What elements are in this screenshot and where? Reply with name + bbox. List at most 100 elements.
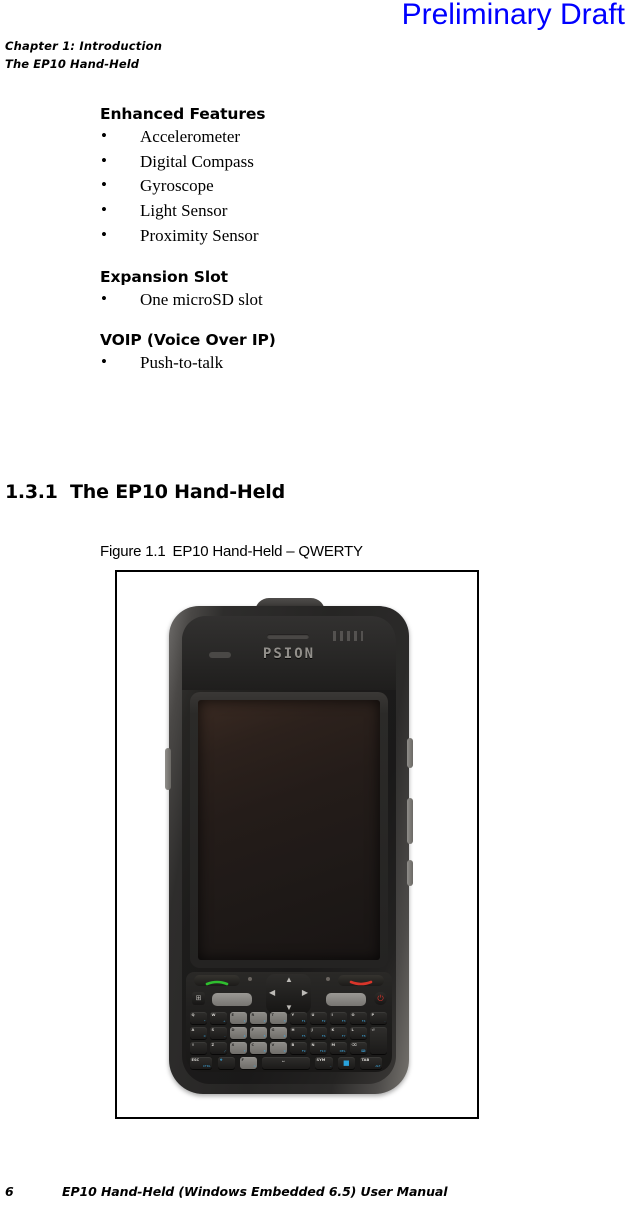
key-esc-ctrl: ESC CTRL xyxy=(190,1057,212,1069)
key-space: ␣ xyxy=(262,1057,310,1069)
key-m: M DEL xyxy=(330,1042,347,1054)
earpiece-speaker xyxy=(267,634,309,639)
key-n: N F10 xyxy=(310,1042,327,1054)
key-v: V9 xyxy=(270,1042,287,1054)
list-item: • Proximity Sensor xyxy=(0,224,625,247)
bullet-list-expansion-slot: • One microSD slot xyxy=(0,288,625,311)
key-q: Q * xyxy=(190,1012,207,1024)
phone-end-icon xyxy=(349,980,373,986)
call-send-key xyxy=(194,975,240,986)
key-shift: ⇧ xyxy=(190,1042,207,1054)
bullet-icon: • xyxy=(101,126,107,145)
key-e: E1 xyxy=(230,1012,247,1024)
bullet-icon: • xyxy=(101,200,107,220)
list-item: • One microSD slot xyxy=(0,288,625,311)
key-x: X7 xyxy=(230,1042,247,1054)
bullet-icon: • xyxy=(101,150,107,170)
bullet-list-voip: • Push-to-talk xyxy=(0,352,625,374)
figure-label: Figure 1.1 xyxy=(100,543,166,560)
device-keypad: ▲ ▼ ◀ ▶ ⊞ ⏻ Q * W + E1 R2 T3 Y F1 U F2 I… xyxy=(186,972,392,1072)
list-item-label: Light Sensor xyxy=(140,201,228,221)
bullet-icon: • xyxy=(101,224,107,244)
side-button-left xyxy=(165,748,171,790)
windows-start-key: ⊞ xyxy=(192,992,205,1005)
dpad-up-icon: ▲ xyxy=(285,975,293,984)
key-enter: ⏎ xyxy=(370,1027,387,1054)
list-item-label: Gyroscope xyxy=(140,176,214,196)
figure-caption-text: EP10 Hand-Held – QWERTY xyxy=(172,543,363,560)
list-item-label: Accelerometer xyxy=(140,127,241,146)
key-d: D4 xyxy=(230,1027,247,1039)
list-item: • Digital Compass xyxy=(0,150,625,173)
key-b: B F9 xyxy=(290,1042,307,1054)
key-o: O F4 xyxy=(350,1012,367,1024)
device-screen-frame xyxy=(190,692,388,968)
subheading-voip: VOIP (Voice Over IP) xyxy=(100,331,276,350)
footer-page-number: 6 xyxy=(5,1184,14,1199)
side-button-right-lower xyxy=(407,798,413,844)
device-screen xyxy=(198,700,380,960)
key-k: K F7 xyxy=(330,1027,347,1039)
key-h: H F5 xyxy=(290,1027,307,1039)
key-u: U F2 xyxy=(310,1012,327,1024)
preliminary-draft-stamp: Preliminary Draft xyxy=(401,0,625,31)
key-p: P. xyxy=(370,1012,387,1024)
ep10-device-illustration: PSION ▲ ▼ ◀ ▶ ⊞ ⏻ Q * W + E 1 R 2 T 3 Y … xyxy=(163,598,415,1098)
subheading-enhanced-features: Enhanced Features xyxy=(100,105,266,123)
key-z: Z / xyxy=(210,1042,227,1054)
key-blue-square: ■ xyxy=(338,1057,355,1069)
led-indicator-right xyxy=(326,977,330,981)
side-button-right-upper xyxy=(407,738,413,768)
section-title: The EP10 Hand-Held xyxy=(70,481,285,503)
key-l: L F8 xyxy=(350,1027,367,1039)
key-c: C8 xyxy=(250,1042,267,1054)
list-item-label: Proximity Sensor xyxy=(140,225,259,245)
key-blue-function: ❖ xyxy=(218,1057,235,1069)
left-soft-key xyxy=(212,993,252,1006)
right-soft-key xyxy=(326,993,366,1006)
call-end-key xyxy=(338,975,384,986)
list-item: • Push-to-talk xyxy=(0,352,625,374)
figure-caption: Figure 1.1 EP10 Hand-Held – QWERTY xyxy=(100,543,363,560)
section-header: The EP10 Hand-Held xyxy=(5,57,140,71)
key-f: F5 xyxy=(250,1027,267,1039)
phone-send-icon xyxy=(205,980,229,986)
speaker-grille-icon xyxy=(333,631,363,641)
power-key: ⏻ xyxy=(374,992,387,1005)
list-item-label: Push-to-talk xyxy=(140,353,224,373)
key-j: J F6 xyxy=(310,1027,327,1039)
key-sym: SYM.. xyxy=(315,1057,333,1069)
key-t: T3 xyxy=(270,1012,287,1024)
key-y: Y F1 xyxy=(290,1012,307,1024)
dpad-left-icon: ◀ xyxy=(269,988,276,997)
list-item: • Light Sensor xyxy=(0,200,625,222)
key-r: R2 xyxy=(250,1012,267,1024)
figure-box: PSION ▲ ▼ ◀ ▶ ⊞ ⏻ Q * W + E 1 R 2 T 3 Y … xyxy=(115,570,479,1119)
list-item: • Accelerometer xyxy=(0,126,625,148)
dpad-navigation: ▲ ▼ ◀ ▶ xyxy=(266,974,311,1014)
key-s: S- xyxy=(210,1027,227,1039)
device-bottom-lip xyxy=(193,1078,385,1087)
led-indicator-left xyxy=(248,977,252,981)
key-g: G6 xyxy=(270,1027,287,1039)
dpad-right-icon: ▶ xyxy=(301,988,308,997)
bullet-icon: • xyxy=(101,352,107,372)
key-a: A0 xyxy=(190,1027,207,1039)
bullet-icon: • xyxy=(101,175,107,195)
psion-brand-logo: PSION xyxy=(262,646,316,662)
key-tab-alt: TAB ALT xyxy=(360,1057,382,1069)
side-button-right-scan xyxy=(407,860,413,886)
key-fn: Fn xyxy=(240,1057,257,1069)
bullet-icon: • xyxy=(101,288,107,308)
key-i: I F3 xyxy=(330,1012,347,1024)
list-item-label: Digital Compass xyxy=(140,151,254,171)
list-item-label: One microSD slot xyxy=(140,289,263,309)
key-backspace: ⌫ ⌨ xyxy=(350,1042,367,1054)
dpad-down-icon: ▼ xyxy=(285,1003,293,1012)
footer-manual-title: EP10 Hand-Held (Windows Embedded 6.5) Us… xyxy=(62,1184,448,1199)
list-item: • Gyroscope xyxy=(0,175,625,197)
chapter-header: Chapter 1: Introduction xyxy=(5,39,163,53)
subheading-expansion-slot: Expansion Slot xyxy=(100,267,228,286)
